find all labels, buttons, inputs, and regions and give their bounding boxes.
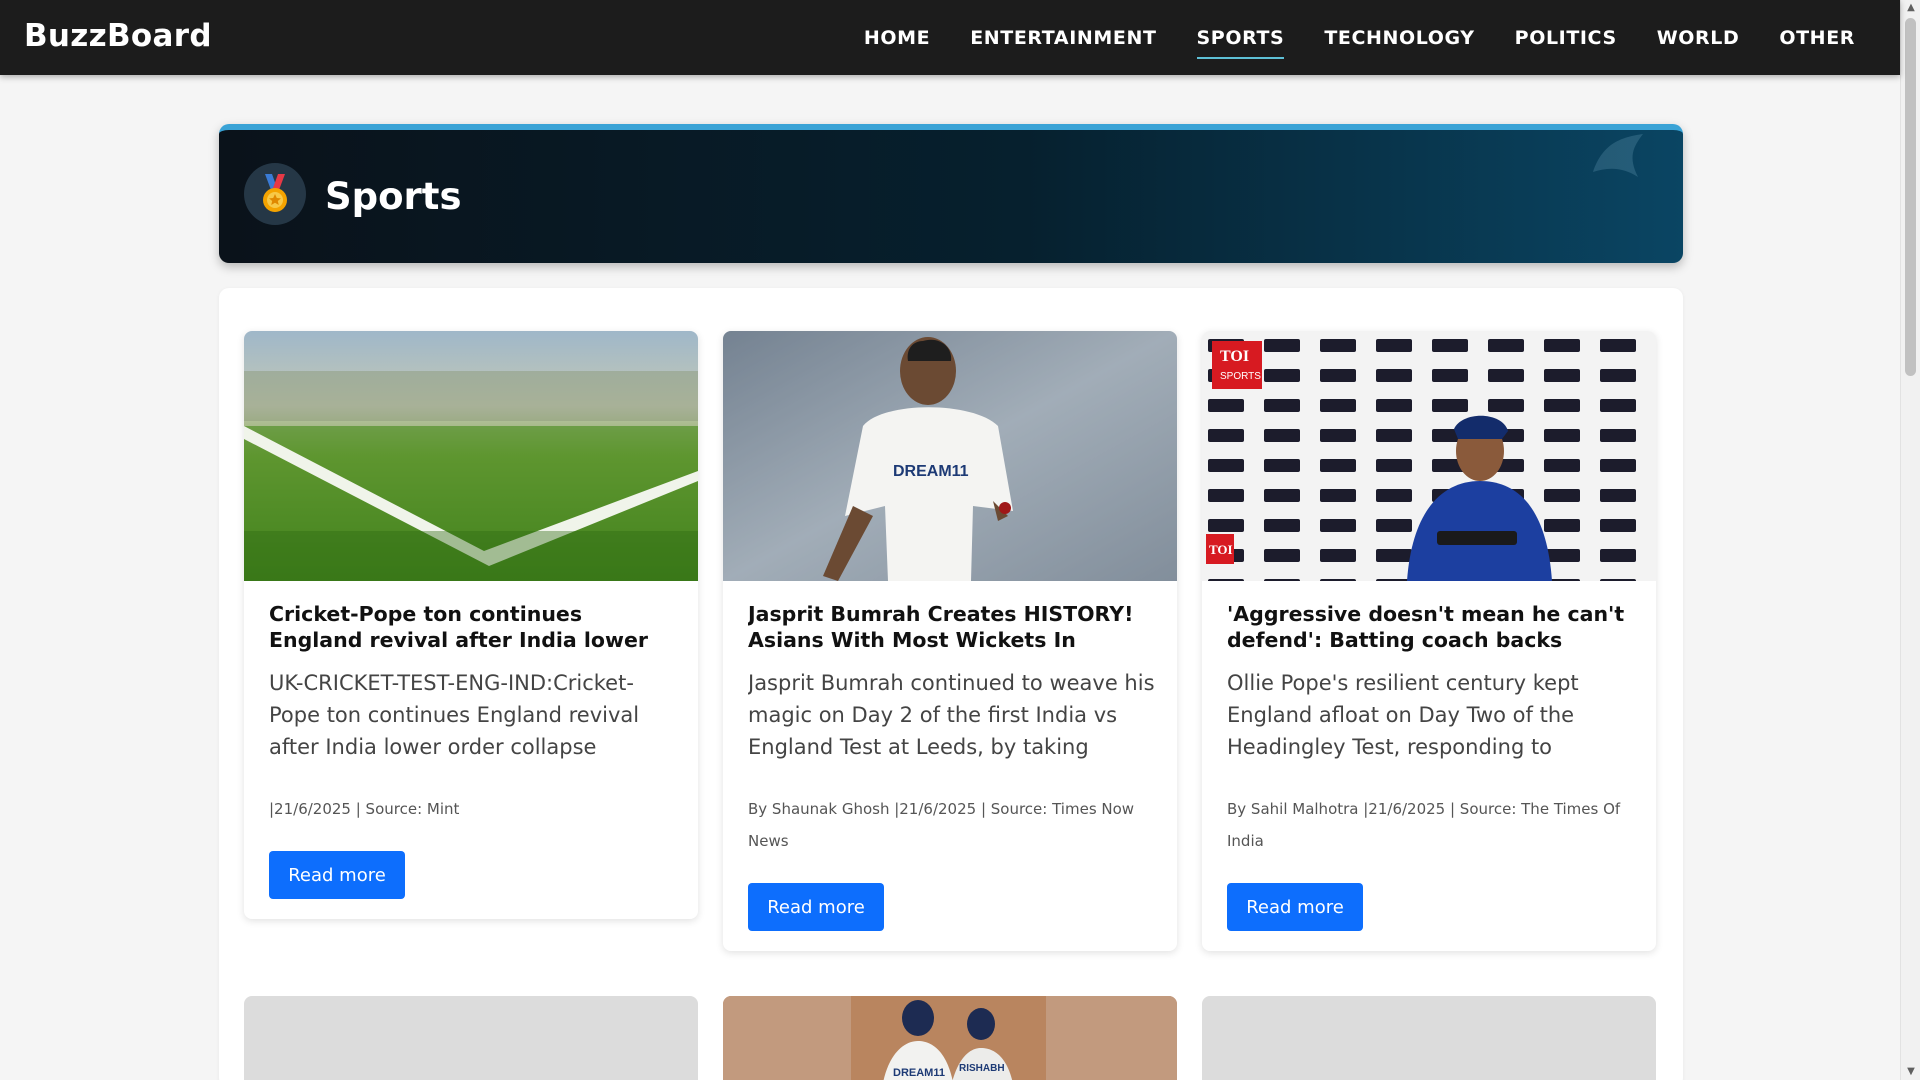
article-card-image-placeholder[interactable] (1202, 996, 1656, 1080)
svg-text:TOI: TOI (1209, 542, 1233, 557)
article-title[interactable]: Jasprit Bumrah Creates HISTORY! Asians W… (748, 601, 1158, 653)
article-description: Ollie Pope's resilient century kept Engl… (1227, 671, 1579, 759)
nav-item-other[interactable]: OTHER (1779, 21, 1855, 55)
page-scrollbar[interactable]: ▲ ▼ (1900, 0, 1920, 1080)
nav-item-home[interactable]: HOME (864, 21, 930, 55)
svg-text:SPORTS: SPORTS (1220, 371, 1261, 382)
nav-item-technology[interactable]: TECHNOLOGY (1324, 21, 1474, 55)
nav-item-sports[interactable]: SPORTS (1196, 21, 1285, 59)
category-hero-banner: Sports (219, 124, 1683, 263)
scroll-down-arrow-icon[interactable]: ▼ (1901, 1064, 1920, 1080)
article-title[interactable]: 'Aggressive doesn't mean he can't defend… (1227, 601, 1637, 653)
article-meta: By Sahil Malhotra |21/6/2025 | Source: T… (1227, 800, 1621, 850)
scroll-up-arrow-icon[interactable]: ▲ (1901, 0, 1920, 16)
article-description: Jasprit Bumrah continued to weave his ma… (748, 671, 1155, 759)
article-card: Cricket-Pope ton continues England reviv… (244, 331, 698, 919)
article-meta: |21/6/2025 | Source: Mint (269, 800, 460, 818)
page-title: Sports (325, 175, 462, 218)
svg-text:DREAM11: DREAM11 (893, 1067, 945, 1079)
nav-links: HOME ENTERTAINMENT SPORTS TECHNOLOGY POL… (864, 0, 1855, 75)
svg-text:TOI: TOI (1220, 348, 1249, 365)
nav-item-politics[interactable]: POLITICS (1515, 21, 1617, 55)
grass-field-image[interactable] (244, 331, 698, 581)
articles-panel: Cricket-Pope ton continues England reviv… (219, 288, 1683, 1080)
cricket-bowler-image[interactable]: DREAM11 (723, 331, 1177, 581)
article-title[interactable]: Cricket-Pope ton continues England reviv… (269, 601, 679, 653)
article-card: DREAM11 Jasprit Bumrah Creates HISTORY! … (723, 331, 1177, 951)
article-description: UK-CRICKET-TEST-ENG-IND:Cricket-Pope ton… (269, 671, 640, 759)
nav-item-entertainment[interactable]: ENTERTAINMENT (970, 21, 1156, 55)
top-navbar: BuzzBoard HOME ENTERTAINMENT SPORTS TECH… (0, 0, 1900, 75)
svg-text:DREAM11: DREAM11 (893, 463, 969, 480)
scroll-thumb[interactable] (1905, 18, 1916, 376)
article-meta: By Shaunak Ghosh |21/6/2025 | Source: Ti… (748, 800, 1135, 850)
medal-icon (244, 163, 306, 225)
svg-text:RISHABH: RISHABH (959, 1063, 1005, 1074)
article-card-image-placeholder[interactable] (244, 996, 698, 1080)
cricket-batters-image[interactable]: DREAM11 RISHABH (723, 996, 1177, 1080)
read-more-button[interactable]: Read more (1227, 883, 1363, 931)
read-more-button[interactable]: Read more (748, 883, 884, 931)
trophy-watermark-icon (1593, 134, 1643, 177)
article-card: TOI SPORTS TOI 'Aggressive doesn't mean … (1202, 331, 1656, 951)
read-more-button[interactable]: Read more (269, 851, 405, 899)
nav-item-world[interactable]: WORLD (1657, 21, 1740, 55)
press-conference-image[interactable]: TOI SPORTS TOI (1202, 331, 1656, 581)
brand-logo[interactable]: BuzzBoard (24, 18, 212, 54)
